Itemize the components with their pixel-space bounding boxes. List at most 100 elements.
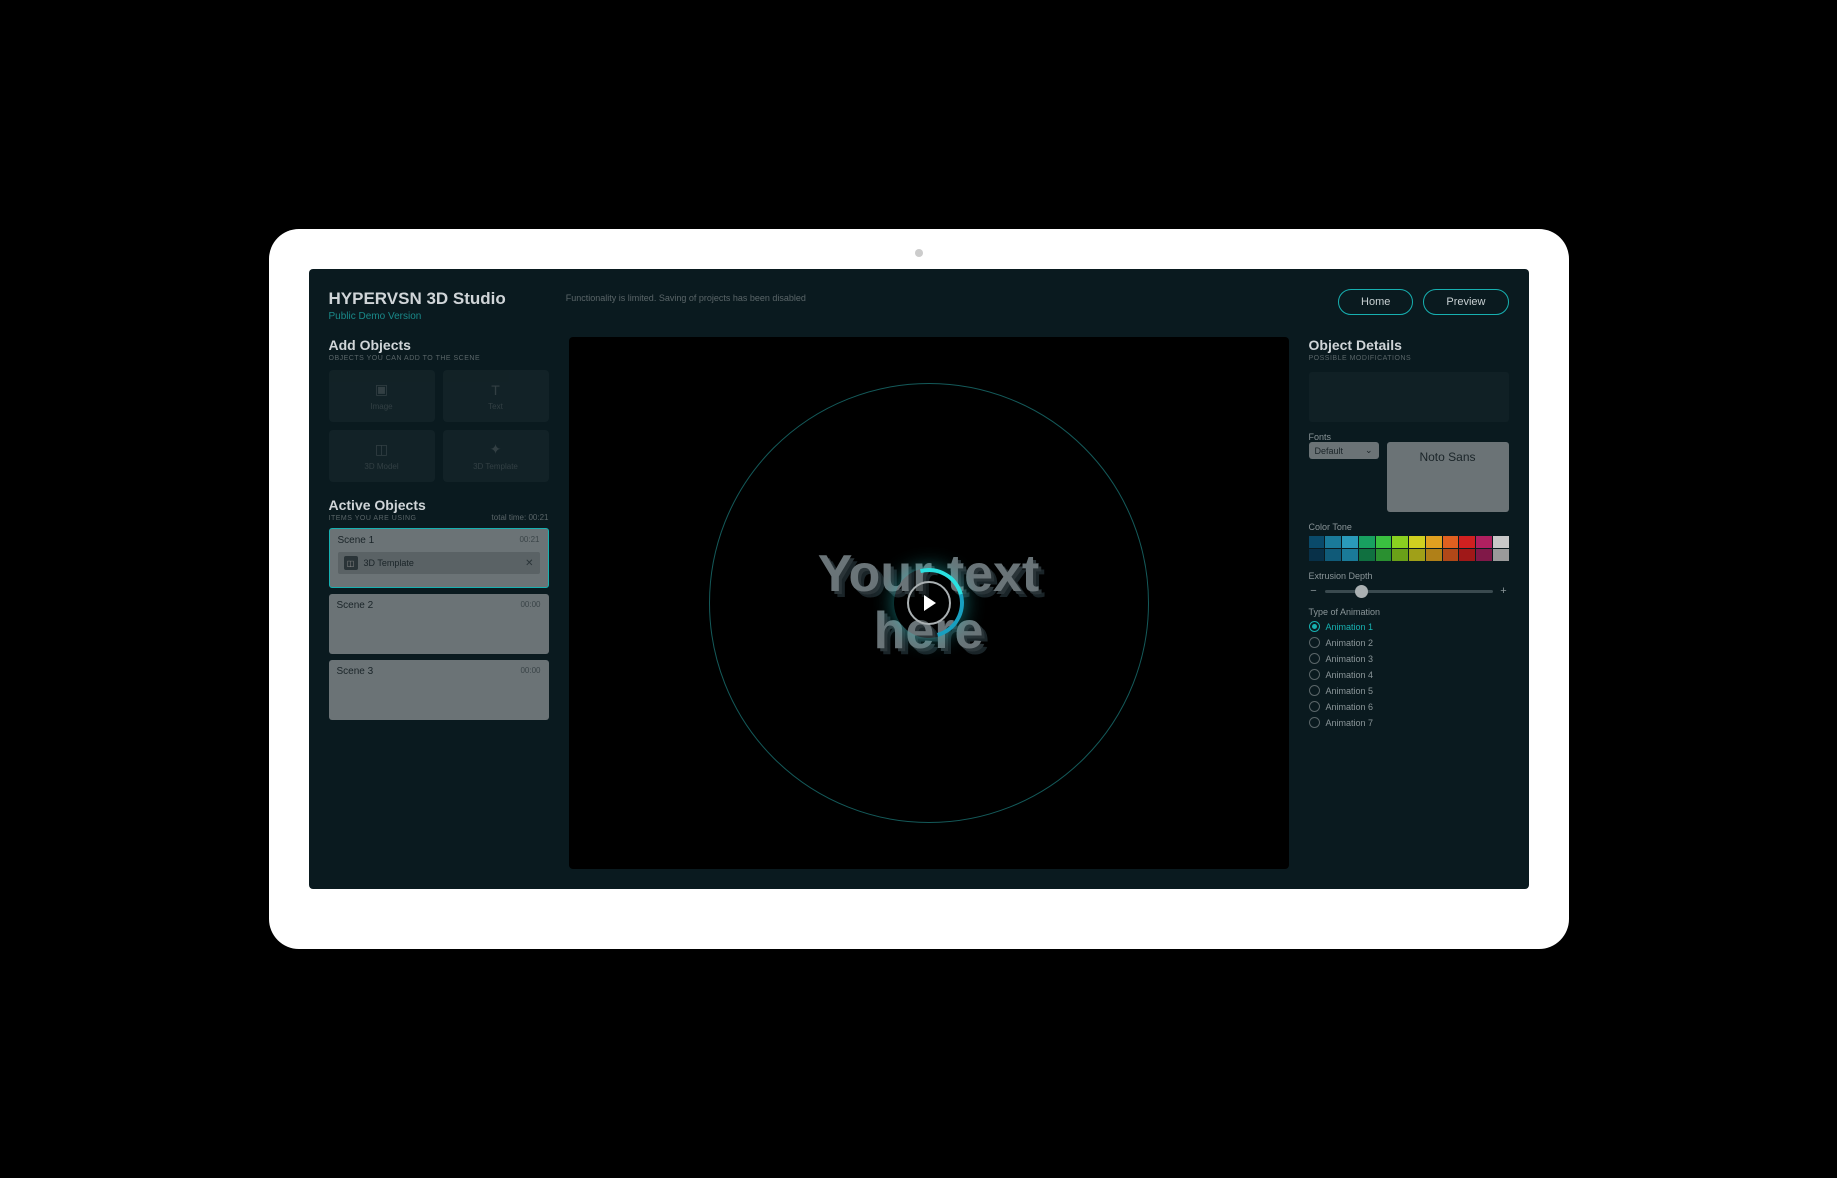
- add-text-button[interactable]: T Text: [443, 370, 549, 422]
- color-swatch-13[interactable]: [1325, 549, 1341, 561]
- add-model-button[interactable]: ◫ 3D Model: [329, 430, 435, 482]
- app-subtitle: Public Demo Version: [329, 311, 506, 322]
- plus-icon[interactable]: +: [1499, 585, 1509, 597]
- text-icon: T: [491, 382, 500, 398]
- color-swatch-22[interactable]: [1476, 549, 1492, 561]
- template-icon: ✦: [490, 441, 502, 458]
- scene-1[interactable]: Scene 1 00:21 ◫ 3D Template ✕: [329, 528, 549, 588]
- fonts-label: Fonts: [1309, 432, 1509, 442]
- color-swatch-10[interactable]: [1476, 536, 1492, 548]
- font-preview[interactable]: Noto Sans: [1387, 442, 1509, 512]
- animation-option-4[interactable]: Animation 4: [1309, 669, 1509, 680]
- depth-section: Extrusion Depth − +: [1309, 571, 1509, 597]
- animation-label: Animation 6: [1326, 702, 1374, 712]
- scene-1-time: 00:21: [519, 535, 539, 546]
- color-swatch-20[interactable]: [1443, 549, 1459, 561]
- preview-button[interactable]: Preview: [1423, 289, 1508, 315]
- animation-option-2[interactable]: Animation 2: [1309, 637, 1509, 648]
- radio-icon: [1309, 701, 1320, 712]
- details-subtitle: POSSIBLE MODIFICATIONS: [1309, 355, 1509, 362]
- limitation-notice: Functionality is limited. Saving of proj…: [506, 289, 1338, 303]
- slider-thumb[interactable]: [1355, 585, 1368, 598]
- color-swatch-9[interactable]: [1459, 536, 1475, 548]
- color-swatch-4[interactable]: [1376, 536, 1392, 548]
- active-header: Active Objects ITEMS YOU ARE USING total…: [329, 497, 549, 522]
- radio-icon: [1309, 685, 1320, 696]
- add-image-button[interactable]: ▣ Image: [329, 370, 435, 422]
- animation-option-5[interactable]: Animation 5: [1309, 685, 1509, 696]
- camera-dot: [915, 249, 923, 257]
- font-select[interactable]: Default ⌄: [1309, 442, 1379, 459]
- add-template-label: 3D Template: [473, 462, 518, 471]
- animation-option-3[interactable]: Animation 3: [1309, 653, 1509, 664]
- chevron-down-icon: ⌄: [1365, 445, 1373, 456]
- color-swatch-16[interactable]: [1376, 549, 1392, 561]
- depth-label: Extrusion Depth: [1309, 571, 1509, 581]
- scene-2[interactable]: Scene 2 00:00: [329, 594, 549, 654]
- image-icon: ▣: [375, 381, 388, 398]
- animation-label: Animation 5: [1326, 686, 1374, 696]
- color-swatch-17[interactable]: [1392, 549, 1408, 561]
- color-swatch-19[interactable]: [1426, 549, 1442, 561]
- color-swatch-8[interactable]: [1443, 536, 1459, 548]
- home-button[interactable]: Home: [1338, 289, 1413, 315]
- color-section: Color Tone: [1309, 522, 1509, 561]
- font-selected: Default: [1315, 446, 1344, 456]
- animation-option-6[interactable]: Animation 6: [1309, 701, 1509, 712]
- active-objects-section: Active Objects ITEMS YOU ARE USING total…: [329, 497, 549, 720]
- canvas-viewport[interactable]: Your text here: [569, 337, 1289, 869]
- color-swatch-14[interactable]: [1342, 549, 1358, 561]
- scene-3-time: 00:00: [520, 666, 540, 677]
- animation-option-7[interactable]: Animation 7: [1309, 717, 1509, 728]
- color-swatch-12[interactable]: [1309, 549, 1325, 561]
- radio-icon: [1309, 653, 1320, 664]
- minus-icon[interactable]: −: [1309, 585, 1319, 597]
- object-preview-box: [1309, 372, 1509, 422]
- left-panel: Add Objects OBJECTS YOU CAN ADD TO THE S…: [329, 337, 549, 869]
- animation-option-1[interactable]: Animation 1: [1309, 621, 1509, 632]
- scene-2-time: 00:00: [520, 600, 540, 611]
- app-screen: HYPERVSN 3D Studio Public Demo Version F…: [309, 269, 1529, 889]
- add-objects-title: Add Objects: [329, 337, 549, 353]
- color-swatch-18[interactable]: [1409, 549, 1425, 561]
- color-swatch-5[interactable]: [1392, 536, 1408, 548]
- scene-3[interactable]: Scene 3 00:00: [329, 660, 549, 720]
- color-swatch-21[interactable]: [1459, 549, 1475, 561]
- laptop-frame: HYPERVSN 3D Studio Public Demo Version F…: [269, 229, 1569, 949]
- header-actions: Home Preview: [1338, 289, 1508, 315]
- animation-label: Animation 3: [1326, 654, 1374, 664]
- active-objects-subtitle: ITEMS YOU ARE USING: [329, 515, 426, 522]
- radio-icon: [1309, 621, 1320, 632]
- app-title: HYPERVSN 3D Studio: [329, 289, 506, 309]
- scene-1-item-label: 3D Template: [364, 558, 520, 568]
- add-template-button[interactable]: ✦ 3D Template: [443, 430, 549, 482]
- scenes-list: Scene 1 00:21 ◫ 3D Template ✕ Scen: [329, 528, 549, 720]
- add-objects-section: Add Objects OBJECTS YOU CAN ADD TO THE S…: [329, 337, 549, 482]
- radio-icon: [1309, 717, 1320, 728]
- template-item-icon: ◫: [344, 556, 358, 570]
- details-title: Object Details: [1309, 337, 1509, 353]
- color-swatch-0[interactable]: [1309, 536, 1325, 548]
- close-icon[interactable]: ✕: [525, 558, 533, 569]
- color-swatch-3[interactable]: [1359, 536, 1375, 548]
- add-text-label: Text: [488, 402, 503, 411]
- scene-1-item[interactable]: ◫ 3D Template ✕: [338, 552, 540, 574]
- top-bar: HYPERVSN 3D Studio Public Demo Version F…: [329, 289, 1509, 322]
- scene-3-name: Scene 3: [337, 666, 374, 677]
- color-swatch-2[interactable]: [1342, 536, 1358, 548]
- animation-label: Animation 7: [1326, 718, 1374, 728]
- animation-section: Type of Animation Animation 1Animation 2…: [1309, 607, 1509, 728]
- color-swatch-1[interactable]: [1325, 536, 1341, 548]
- color-swatch-15[interactable]: [1359, 549, 1375, 561]
- radio-icon: [1309, 637, 1320, 648]
- color-swatch-11[interactable]: [1493, 536, 1509, 548]
- depth-slider[interactable]: [1325, 590, 1493, 593]
- play-button[interactable]: [894, 568, 964, 638]
- color-swatches: [1309, 536, 1509, 561]
- color-swatch-7[interactable]: [1426, 536, 1442, 548]
- right-panel: Object Details POSSIBLE MODIFICATIONS Fo…: [1309, 337, 1509, 869]
- animation-list: Animation 1 Animation 2 Animation 3 Animati…: [1309, 621, 1509, 728]
- color-swatch-6[interactable]: [1409, 536, 1425, 548]
- color-swatch-23[interactable]: [1493, 549, 1509, 561]
- animation-label: Animation 1: [1326, 622, 1374, 632]
